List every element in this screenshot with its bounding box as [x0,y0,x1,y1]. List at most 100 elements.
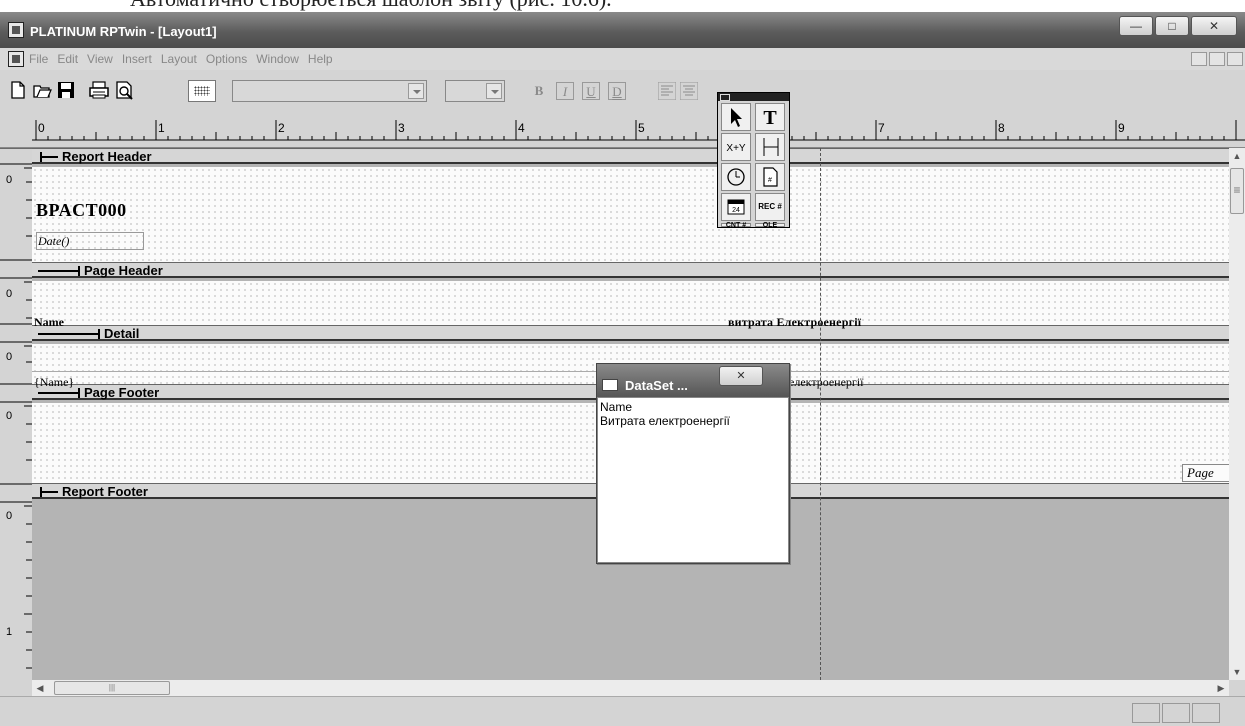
text-tool-icon[interactable]: T [755,103,785,131]
maximize-button[interactable]: □ [1155,16,1189,36]
window-title: PLATINUM RPTwin - [Layout1] [30,24,217,39]
date-field[interactable]: Date() [36,232,144,250]
dataset-field-item[interactable]: Name [600,400,786,414]
window-icon [602,379,618,391]
vruler-label-3: 0 [6,410,13,422]
vruler-label-0: 0 [6,174,13,186]
vertical-scroll-thumb[interactable] [1230,168,1244,214]
underline-button[interactable]: U [582,82,600,100]
line-tool-icon[interactable] [755,133,785,161]
chevron-down-icon[interactable] [486,83,502,99]
scroll-left-icon[interactable]: ◀ [32,680,48,696]
bold-button[interactable]: B [530,82,548,100]
band-label-report-header: Report Header [62,149,152,164]
size-combo[interactable] [445,80,505,102]
count-tool[interactable]: CNT # [721,222,751,229]
page-number-field[interactable]: Page [1182,464,1229,482]
tool-palette: T X+Y # 24 REC # CNT # OLE [717,92,790,229]
italic-button[interactable]: I [556,82,574,100]
title-bar[interactable]: PLATINUM RPTwin - [Layout1] — □ ✕ [0,12,1245,48]
maximize-icon: □ [1168,19,1176,33]
mdi-controls [1191,52,1243,66]
detail-name-field[interactable]: {Name} [34,375,74,390]
vertical-scrollbar[interactable]: ▲ ▼ [1229,148,1245,680]
menu-insert[interactable]: Insert [122,52,152,66]
svg-text:#: # [768,177,772,184]
date-24-icon[interactable]: 24 [721,193,751,221]
ruler-label: 5 [638,121,645,135]
palette-caption[interactable] [718,93,789,101]
dataset-field-item[interactable]: Витрата електроенергії [600,414,786,428]
ruler-label: 0 [38,121,45,135]
vruler-label-1: 0 [6,288,13,300]
menu-layout[interactable]: Layout [161,52,197,66]
clock-icon[interactable] [721,163,751,191]
align-left-icon[interactable] [658,82,678,102]
new-icon[interactable] [8,80,28,100]
save-icon[interactable] [56,80,76,100]
header-name-field[interactable]: Name [34,315,64,330]
report-header-area[interactable] [32,167,1229,262]
scroll-right-icon[interactable]: ▶ [1213,680,1229,696]
app-window: PLATINUM RPTwin - [Layout1] — □ ✕ File E… [0,12,1245,726]
toolbar: B I U D [0,70,1245,104]
status-pane [1132,703,1160,723]
ruler-ticks: 0123456789 [32,120,1245,141]
ruler-label: 8 [998,121,1005,135]
ruler-label: 1 [158,121,165,135]
scroll-down-icon[interactable]: ▼ [1229,664,1245,680]
minimize-button[interactable]: — [1119,16,1153,36]
menu-options[interactable]: Options [206,52,247,66]
document-icon[interactable] [8,51,24,67]
svg-text:T: T [763,107,777,129]
detail-energy-field[interactable]: електроенергії [789,375,864,390]
menu-file[interactable]: File [29,52,48,66]
rec-label: REC # [758,202,782,211]
menu-help[interactable]: Help [308,52,333,66]
band-detail[interactable]: Detail [32,325,1229,341]
band-page-header[interactable]: Page Header [32,262,1229,278]
grid-toggle-button[interactable] [188,80,216,102]
menu-view[interactable]: View [87,52,113,66]
ruler-label: 9 [1118,121,1125,135]
header-energy-field[interactable]: витрата Електроенергії [728,315,861,330]
horizontal-scrollbar[interactable]: ◀ ▶ [32,680,1229,696]
chevron-down-icon[interactable] [408,83,424,99]
close-button[interactable]: ✕ [1191,16,1237,36]
menu-edit[interactable]: Edit [57,52,78,66]
band-label-page-footer: Page Footer [84,385,160,400]
status-pane [1192,703,1220,723]
svg-text:24: 24 [732,207,740,214]
svg-text:X+Y: X+Y [726,143,746,154]
dataset-field-list: Name Витрата електроенергії [597,397,789,563]
double-underline-button[interactable]: D [608,82,626,100]
ruler-label: 2 [278,121,285,135]
horizontal-scroll-thumb[interactable] [54,681,170,695]
arrow-icon[interactable] [721,103,751,131]
band-report-header[interactable]: Report Header [32,148,1229,164]
mdi-restore-button[interactable] [1209,52,1225,66]
ruler-label: 4 [518,121,525,135]
ruler-label: 3 [398,121,405,135]
open-icon[interactable] [32,80,52,100]
dataset-title-bar[interactable]: DataSet ... ✕ [597,364,789,397]
print-preview-icon[interactable] [114,80,134,100]
print-icon[interactable] [88,80,109,100]
font-combo[interactable] [232,80,427,102]
mdi-close-button[interactable] [1227,52,1243,66]
page-header-area[interactable] [32,281,1229,325]
status-bar [0,696,1245,726]
page-icon[interactable]: # [755,163,785,191]
align-center-icon[interactable] [680,82,700,102]
ole-tool[interactable]: OLE [755,222,785,229]
report-title-field[interactable]: BPACT000 [36,200,127,221]
formula-icon[interactable]: X+Y [721,133,751,161]
vruler-label-5: 1 [6,626,13,638]
app-icon[interactable] [8,22,24,38]
scroll-up-icon[interactable]: ▲ [1229,148,1245,164]
record-number-tool[interactable]: REC # [755,193,785,221]
menu-window[interactable]: Window [256,52,299,66]
dataset-close-button[interactable]: ✕ [719,366,763,386]
scrollbar-corner [1229,680,1245,696]
mdi-minimize-button[interactable] [1191,52,1207,66]
